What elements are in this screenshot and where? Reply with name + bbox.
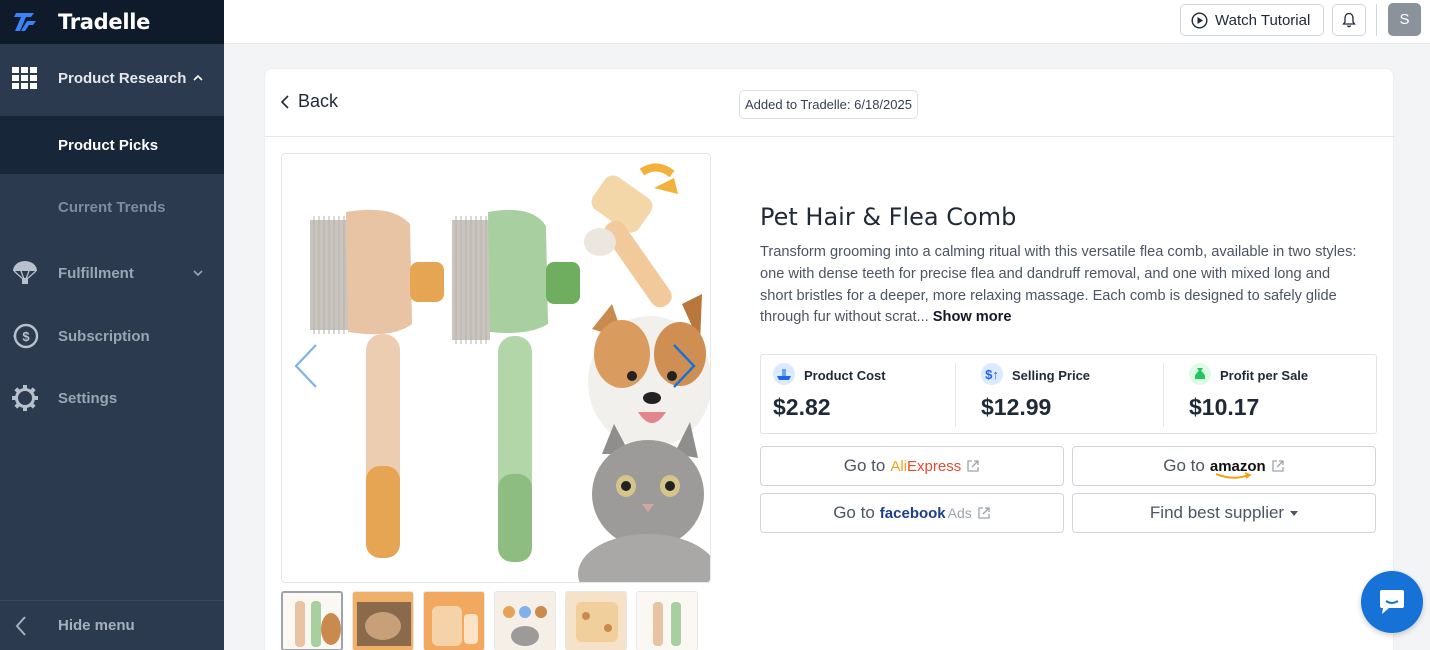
stat-profit-per-sale: Profit per Sale $10.17 (1177, 355, 1377, 435)
logo-bar: Tradelle (0, 0, 224, 44)
chevron-left-icon (15, 615, 26, 636)
stat-divider (955, 363, 956, 427)
hide-menu-button[interactable]: Hide menu (0, 600, 224, 650)
external-link-icon (1272, 460, 1284, 472)
comb-product-illustration (310, 163, 710, 582)
go-to-label: Go to (833, 503, 875, 522)
card-header: Back Added to Tradelle: 6/18/2025 (265, 69, 1395, 137)
stat-product-cost: Product Cost $2.82 (761, 355, 955, 435)
chevron-down-icon (193, 270, 203, 277)
go-to-label: Go to (1163, 456, 1205, 475)
external-link-icon (978, 507, 990, 519)
product-card: Back Added to Tradelle: 6/18/2025 Pet Ha… (264, 68, 1395, 650)
sidebar-item-settings[interactable]: Settings (0, 384, 224, 412)
stat-label: Profit per Sale (1220, 368, 1309, 383)
app-name: Tradelle (58, 10, 151, 34)
thumbnail[interactable] (565, 591, 627, 650)
sidebar-item-label: Product Research (58, 69, 187, 87)
back-label: Back (298, 91, 339, 111)
stat-value: $12.99 (981, 394, 1052, 420)
stat-label: Product Cost (804, 368, 886, 383)
go-to-facebook-ads-button[interactable]: Go to facebook Ads (760, 493, 1064, 533)
sidebar-item-product-picks[interactable]: Product Picks (0, 116, 224, 174)
sidebar-item-label: Fulfillment (58, 264, 134, 282)
chevron-up-icon (193, 74, 203, 81)
chevron-left-icon (280, 94, 289, 109)
stat-value: $10.17 (1189, 394, 1260, 420)
go-to-aliexpress-button[interactable]: Go to AliExpress (760, 446, 1064, 486)
find-supplier-label: Find best supplier (1149, 503, 1285, 522)
parachute-icon (11, 259, 39, 287)
topbar-divider (1376, 4, 1377, 36)
stat-label: Selling Price (1012, 368, 1091, 383)
price-tag-icon: $↑ (981, 363, 1003, 385)
product-title: Pet Hair & Flea Comb (760, 203, 1017, 231)
product-main-image (281, 153, 711, 583)
stat-divider (1163, 363, 1164, 427)
facebook-logo: facebook (879, 504, 946, 522)
chat-bubble-icon (1380, 590, 1404, 614)
thumbnail[interactable] (352, 591, 414, 650)
go-to-amazon-button[interactable]: Go to amazon (1072, 446, 1376, 486)
stat-selling-price: $↑ Selling Price $12.99 (969, 355, 1163, 435)
price-stats: Product Cost $2.82 $↑ Selling Price $12.… (760, 354, 1377, 434)
sidebar-item-subscription[interactable]: $ Subscription (0, 322, 224, 350)
stat-value: $2.82 (773, 394, 831, 420)
beige-comb-image (310, 209, 444, 558)
ship-icon (773, 363, 795, 385)
watch-tutorial-button[interactable]: Watch Tutorial (1180, 4, 1324, 36)
sidebar-item-label: Settings (58, 389, 118, 407)
amazon-logo: amazon (1210, 458, 1266, 479)
grid-icon (11, 64, 39, 92)
sidebar-item-label: Current Trends (58, 198, 166, 216)
svg-text:$↑: $↑ (985, 367, 999, 382)
dollar-circle-icon: $ (11, 322, 39, 350)
sidebar-item-label: Subscription (58, 327, 150, 345)
find-best-supplier-dropdown[interactable]: Find best supplier (1072, 493, 1376, 533)
product-description: Transform grooming into a calming ritual… (760, 242, 1360, 329)
sidebar-item-fulfillment[interactable]: Fulfillment (0, 259, 224, 287)
hide-menu-label: Hide menu (58, 617, 135, 634)
prev-image-arrow-icon[interactable] (292, 342, 320, 390)
description-text: Transform grooming into a calming ritual… (760, 244, 1357, 326)
top-bar: Watch Tutorial S (224, 0, 1430, 44)
cat-image (578, 422, 710, 582)
go-to-label: Go to (843, 456, 886, 475)
external-link-icon (967, 460, 979, 472)
sidebar-item-product-research[interactable]: Product Research (0, 64, 224, 92)
sidebar-item-current-trends[interactable]: Current Trends (0, 178, 224, 236)
svg-text:$: $ (22, 329, 30, 344)
sidebar-item-label: Product Picks (58, 136, 159, 154)
watch-tutorial-label: Watch Tutorial (1215, 11, 1311, 29)
thumbnail[interactable] (494, 591, 556, 650)
back-button[interactable]: Back (280, 91, 338, 112)
sidebar: Tradelle Product Research Product Picks … (0, 0, 224, 650)
added-date-badge: Added to Tradelle: 6/18/2025 (739, 90, 918, 119)
thumbnail[interactable] (636, 591, 698, 650)
bell-icon (1342, 12, 1356, 28)
thumbnail[interactable] (423, 591, 485, 650)
thumbnail[interactable] (281, 591, 343, 650)
gear-icon (11, 384, 39, 412)
aliexpress-logo: AliExpress (890, 457, 962, 475)
next-image-arrow-icon[interactable] (670, 342, 698, 390)
money-bag-icon (1189, 363, 1211, 385)
facebook-ads-label: Ads (947, 505, 972, 521)
play-circle-icon (1191, 11, 1208, 29)
show-more-link[interactable]: Show more (933, 309, 1012, 325)
green-comb-image (452, 209, 580, 562)
chat-support-button[interactable] (1361, 571, 1423, 633)
avatar[interactable]: S (1388, 3, 1421, 36)
caret-down-icon (1290, 510, 1299, 516)
comb-closeup-image (584, 163, 678, 308)
tradelle-logo-icon (14, 13, 36, 31)
notifications-button[interactable] (1332, 4, 1366, 36)
